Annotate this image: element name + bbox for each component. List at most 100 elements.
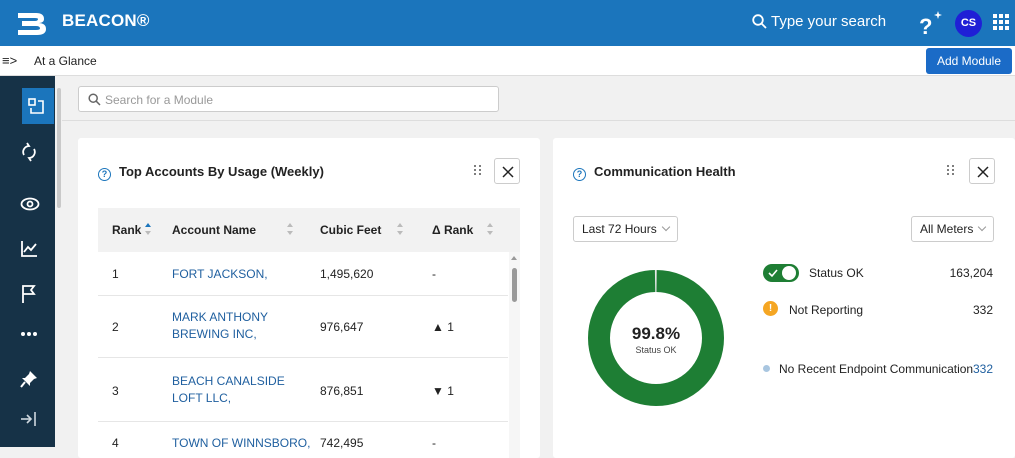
top-accounts-card: ? Top Accounts By Usage (Weekly) Rank Acc… [78, 138, 540, 458]
column-header-account-name[interactable]: Account Name [172, 223, 256, 237]
table-row: 2 MARK ANTHONY BREWING INC, 976,647 ▲ 1 [98, 296, 508, 358]
warning-icon: ! [763, 301, 778, 316]
time-period-select[interactable]: Last 72 Hours [573, 216, 678, 242]
module-search-input[interactable] [105, 91, 485, 109]
more-icon [21, 332, 37, 336]
donut-value: 99.8% [631, 324, 681, 343]
account-name-link[interactable]: FORT JACKSON, [172, 266, 268, 283]
eye-icon [20, 197, 40, 211]
delta-rank-cell: ▲ 1 [432, 320, 454, 334]
meter-filter-select[interactable]: All Meters [911, 216, 995, 242]
close-module-button[interactable] [969, 158, 995, 184]
sidebar [0, 76, 55, 447]
sidebar-item-monitor[interactable] [0, 186, 55, 222]
toggle-knob [782, 266, 796, 280]
divider [62, 120, 1015, 121]
drag-handle-icon[interactable] [473, 163, 483, 177]
chart-icon [21, 241, 37, 257]
search-icon [88, 93, 101, 106]
delta-rank-cell: - [432, 436, 436, 450]
sidebar-item-expand[interactable] [0, 401, 55, 437]
sidebar-item-dashboard[interactable] [22, 88, 54, 124]
drag-handle-icon[interactable] [946, 163, 956, 177]
table-row: 4 TOWN OF WINNSBORO, 742,495 - [98, 422, 508, 458]
page-title: At a Glance [34, 54, 97, 68]
module-search[interactable] [78, 86, 499, 112]
scroll-up-icon[interactable] [511, 256, 517, 260]
sidebar-item-more[interactable] [0, 316, 55, 352]
top-accounts-title: ? Top Accounts By Usage (Weekly) [98, 164, 324, 181]
account-name-link[interactable]: TOWN OF WINNSBORO, [172, 435, 310, 452]
menu-toggle-icon[interactable]: ≡> [2, 53, 17, 68]
account-name-line: LOFT LLC, [172, 391, 232, 405]
communication-health-card: ? Communication Health Last 72 Hours All … [553, 138, 1015, 458]
legend-value-status-ok: 163,204 [949, 266, 993, 280]
rank-cell: 2 [112, 320, 119, 334]
table-row: 1 FORT JACKSON, 1,495,620 - [98, 252, 508, 296]
top-bar: BEACON® Type your search ? CS [0, 0, 1015, 46]
account-name-line: BEACH CANALSIDE [172, 374, 285, 388]
legend-dot-no-comm [763, 365, 770, 372]
account-name-link[interactable]: BEACH CANALSIDE LOFT LLC, [172, 373, 285, 407]
legend-label-no-comm: No Recent Endpoint Communication [779, 362, 974, 376]
add-module-button[interactable]: Add Module [926, 48, 1012, 74]
legend-value-no-comm[interactable]: 332 [953, 362, 993, 376]
close-module-button[interactable] [494, 158, 520, 184]
pin-icon [20, 371, 37, 388]
cubic-feet-cell: 976,647 [320, 320, 364, 334]
chevron-down-icon [661, 222, 670, 232]
close-icon [977, 166, 989, 178]
apps-grid-icon[interactable] [993, 14, 1009, 30]
cubic-feet-cell: 1,495,620 [320, 267, 374, 281]
global-search-placeholder: Type your search [771, 13, 887, 30]
rank-cell: 4 [112, 436, 119, 450]
sidebar-item-sync[interactable] [0, 134, 55, 170]
rank-cell: 1 [112, 267, 119, 281]
legend-label-not-reporting: Not Reporting [789, 303, 864, 317]
accounts-table: Rank Account Name Cubic Feet Δ Rank 1 FO… [98, 208, 520, 458]
legend-label-status-ok: Status OK [809, 266, 864, 280]
sort-icon[interactable] [286, 222, 294, 236]
sidebar-item-flags[interactable] [0, 276, 55, 312]
sync-icon [22, 142, 36, 162]
table-header: Rank Account Name Cubic Feet Δ Rank [98, 208, 520, 252]
close-icon [502, 166, 514, 178]
meter-filter-value: All Meters [920, 222, 974, 236]
table-scrollbar-thumb[interactable] [512, 268, 517, 302]
sort-icon[interactable] [396, 222, 404, 236]
account-name-line: MARK ANTHONY [172, 310, 269, 324]
column-header-delta-rank[interactable]: Δ Rank [432, 223, 473, 237]
account-name-line: BREWING INC, [172, 327, 257, 341]
column-header-cubic-feet[interactable]: Cubic Feet [320, 223, 381, 237]
global-search[interactable]: Type your search [752, 13, 886, 30]
donut-label: Status OK [635, 345, 677, 355]
chevron-down-icon [978, 222, 987, 232]
sort-icon[interactable] [486, 222, 494, 236]
brand-name[interactable]: BEACON® [62, 11, 150, 31]
sidebar-scrollbar[interactable] [57, 88, 61, 208]
account-name-link[interactable]: MARK ANTHONY BREWING INC, [172, 309, 268, 343]
search-icon [752, 14, 767, 29]
flag-icon [22, 285, 36, 303]
communication-health-title-text: Communication Health [594, 164, 736, 179]
status-ok-toggle[interactable] [763, 264, 799, 282]
legend-value-not-reporting: 332 [972, 303, 993, 317]
table-row: 3 BEACH CANALSIDE LOFT LLC, 876,851 ▼ 1 [98, 358, 508, 422]
svg-text:?: ? [919, 14, 932, 37]
info-icon[interactable]: ? [573, 168, 586, 181]
sub-header: ≡> At a Glance Add Module [0, 46, 1015, 76]
column-header-rank[interactable]: Rank [112, 223, 141, 237]
info-icon[interactable]: ? [98, 168, 111, 181]
time-period-value: Last 72 Hours [582, 222, 657, 236]
help-sparkle-icon[interactable]: ? [918, 9, 946, 37]
sidebar-item-analytics[interactable] [0, 231, 55, 267]
user-avatar[interactable]: CS [955, 10, 982, 37]
sort-asc-icon[interactable] [144, 222, 152, 236]
sidebar-item-pin[interactable] [0, 361, 55, 397]
delta-rank-cell: - [432, 267, 436, 281]
cubic-feet-cell: 876,851 [320, 384, 364, 398]
main-content: ? Top Accounts By Usage (Weekly) Rank Acc… [62, 76, 1015, 458]
beacon-logo-icon[interactable] [16, 9, 48, 37]
dashboard-icon [28, 98, 44, 114]
expand-sidebar-icon [21, 412, 36, 426]
